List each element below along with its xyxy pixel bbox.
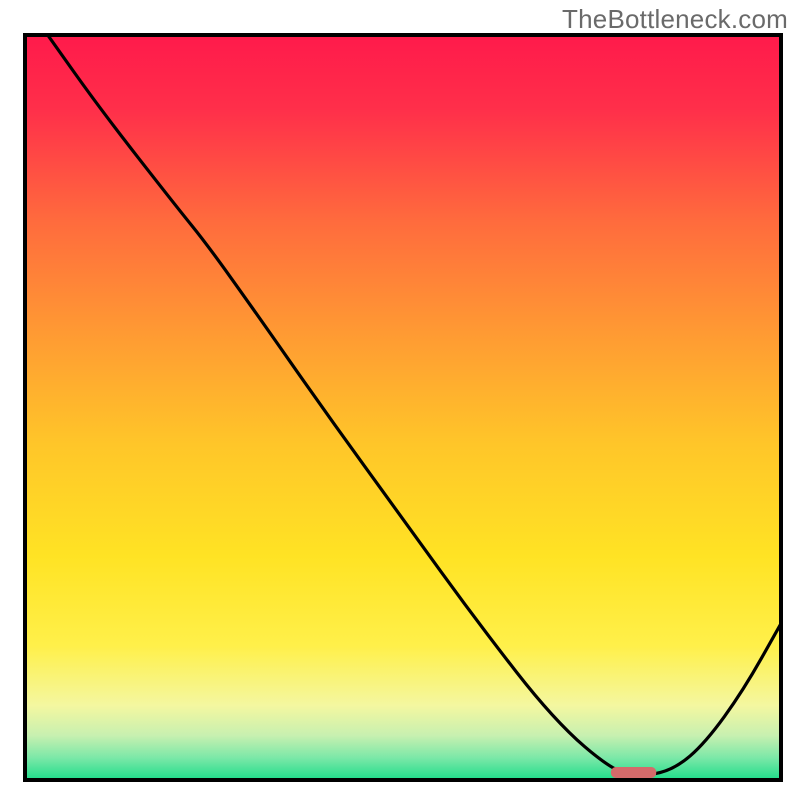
watermark-text: TheBottleneck.com: [562, 4, 788, 35]
optimal-marker: [611, 767, 656, 778]
bottleneck-chart: [0, 0, 800, 800]
plot-background: [25, 35, 781, 780]
chart-container: TheBottleneck.com: [0, 0, 800, 800]
